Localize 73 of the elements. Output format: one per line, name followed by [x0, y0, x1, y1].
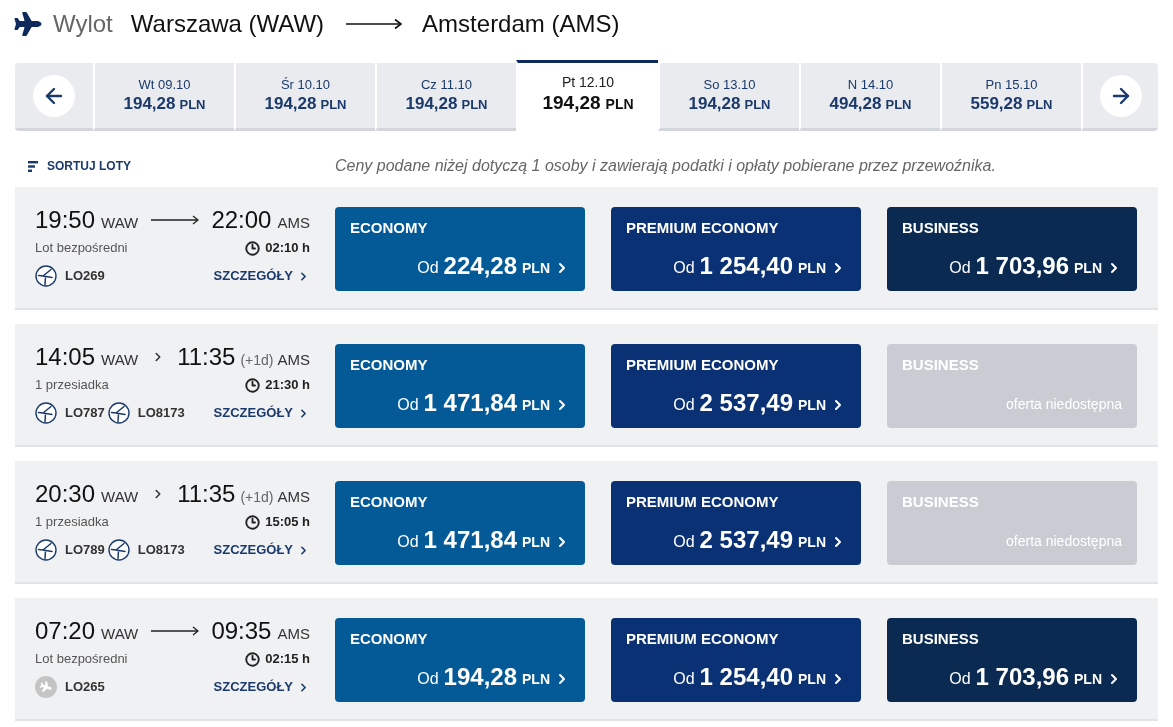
fare-button[interactable]: ECONOMY Od 1 471,84 PLN: [335, 344, 585, 428]
origin-code: WAW: [101, 625, 139, 643]
flight-number: LO269: [65, 268, 105, 284]
destination-code: AMS: [277, 488, 310, 506]
flight-number: LO265: [65, 679, 105, 695]
flight-number: LO789: [65, 542, 105, 558]
day-offset: (+1d): [240, 488, 274, 506]
date-tab[interactable]: Pn 15.10 559,28 PLN: [940, 63, 1081, 131]
price-note: Ceny podane niżej dotyczą 1 osoby i zawierają podatki i opłaty pobierane przez przewoźnika.: [335, 156, 996, 176]
departure-time: 14:05: [35, 344, 96, 370]
origin-code: WAW: [101, 214, 139, 232]
date-tab[interactable]: Wt 09.10 194,28 PLN: [93, 63, 234, 131]
destination-code: AMS: [277, 625, 310, 643]
date-tab[interactable]: Śr 10.10 194,28 PLN: [234, 63, 375, 131]
clock-icon: [245, 651, 261, 667]
fare-button[interactable]: BUSINESS Od 1 703,96 PLN: [887, 207, 1137, 291]
fare-button[interactable]: ECONOMY Od 1 471,84 PLN: [335, 481, 585, 565]
arrival-time: 11:35: [177, 344, 236, 370]
arrival-time: 11:35: [177, 481, 236, 507]
details-link[interactable]: SZCZEGÓŁY: [213, 679, 310, 695]
plane-icon: [14, 12, 42, 36]
origin-city: Warszawa (WAW): [130, 9, 325, 39]
arrow-icon: [150, 215, 199, 225]
flight-number: LO8173: [137, 405, 185, 421]
clock-icon: [245, 377, 261, 393]
arrival-time: 22:00: [211, 207, 272, 233]
sort-button[interactable]: SORTUJ LOTY: [28, 159, 131, 173]
arrival-time: 09:35: [211, 618, 272, 644]
arrow-icon: [150, 626, 199, 636]
logo-icon: [107, 402, 130, 424]
departure-time: 19:50: [35, 207, 96, 233]
logo-icon: [35, 539, 57, 561]
fare-button[interactable]: BUSINESS Od 1 703,96 PLN: [887, 618, 1137, 702]
header-label: Wylot: [53, 9, 113, 39]
date-tab[interactable]: N 14.10 494,28 PLN: [799, 63, 940, 131]
logo-icon: [35, 265, 57, 287]
date-tab[interactable]: So 13.10 194,28 PLN: [658, 63, 799, 131]
flight-duration: 15:05 h: [265, 514, 310, 530]
origin-code: WAW: [101, 351, 139, 369]
fare-button[interactable]: ECONOMY Od 194,28 PLN: [335, 618, 585, 702]
departure-time: 20:30: [35, 481, 96, 507]
destination-city: Amsterdam (AMS): [422, 9, 620, 39]
flight-number: LO8173: [137, 542, 185, 558]
logo-icon: [35, 402, 57, 424]
departure-time: 07:20: [35, 618, 96, 644]
logo-icon: [107, 539, 130, 561]
flight-duration: 02:10 h: [265, 240, 310, 256]
fare-button[interactable]: PREMIUM ECONOMY Od 2 537,49 PLN: [611, 344, 861, 428]
sort-icon: [28, 160, 38, 172]
arrow-icon: [346, 18, 403, 30]
fare-button[interactable]: ECONOMY Od 224,28 PLN: [335, 207, 585, 291]
stops-label: Lot bezpośredni: [35, 651, 128, 667]
day-offset: (+1d): [240, 351, 274, 369]
flight-duration: 02:15 h: [265, 651, 310, 667]
flight-duration: 21:30 h: [265, 377, 310, 393]
fare-button[interactable]: PREMIUM ECONOMY Od 1 254,40 PLN: [611, 207, 861, 291]
details-link[interactable]: SZCZEGÓŁY: [213, 268, 310, 284]
stops-label: 1 przesiadka: [35, 514, 109, 530]
stops-label: 1 przesiadka: [35, 377, 109, 393]
destination-code: AMS: [277, 214, 310, 232]
fare-button[interactable]: PREMIUM ECONOMY Od 1 254,40 PLN: [611, 618, 861, 702]
plane-icon: [35, 676, 57, 698]
details-link[interactable]: SZCZEGÓŁY: [213, 542, 310, 558]
clock-icon: [245, 514, 261, 530]
fare-button[interactable]: PREMIUM ECONOMY Od 2 537,49 PLN: [611, 481, 861, 565]
date-tab[interactable]: Cz 11.10 194,28 PLN: [375, 63, 516, 131]
destination-code: AMS: [277, 351, 310, 369]
details-link[interactable]: SZCZEGÓŁY: [213, 405, 310, 421]
origin-code: WAW: [101, 488, 139, 506]
previous-dates-button[interactable]: [33, 74, 75, 117]
flight-number: LO787: [65, 405, 105, 421]
clock-icon: [245, 240, 261, 256]
stops-label: Lot bezpośredni: [35, 240, 128, 256]
